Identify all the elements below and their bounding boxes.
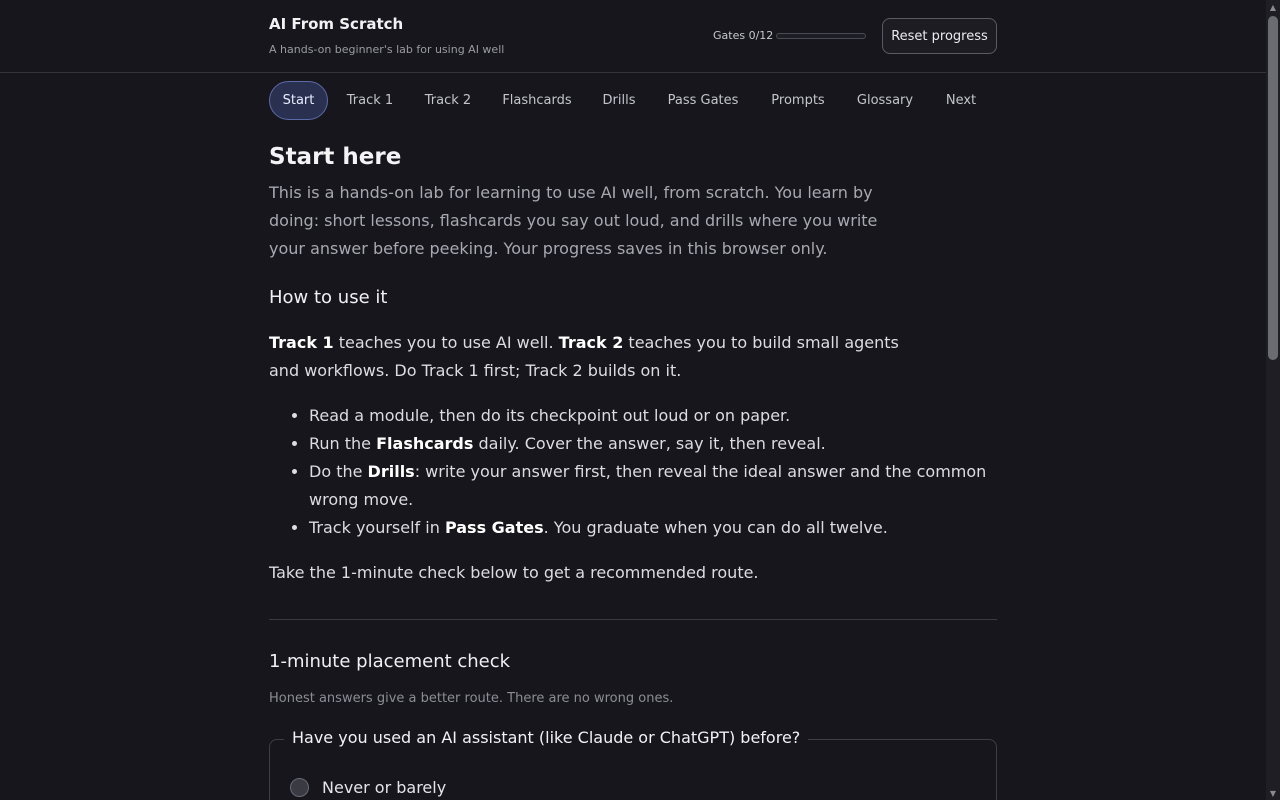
steps-list: Read a module, then do its checkpoint ou… xyxy=(269,402,997,542)
track-2-label: Track 2 xyxy=(558,333,624,352)
tab-pass-gates[interactable]: Pass Gates xyxy=(655,81,751,120)
placement-heading: 1-minute placement check xyxy=(269,651,511,672)
flashcards-emphasis: Flashcards xyxy=(376,434,474,453)
tab-glossary[interactable]: Glossary xyxy=(845,81,925,120)
radio-button[interactable] xyxy=(290,777,309,797)
list-item: Track yourself in Pass Gates. You gradua… xyxy=(309,514,997,542)
option-label: Never or barely xyxy=(322,777,447,797)
step-text: Read a module, then do its checkpoint ou… xyxy=(309,406,791,425)
section-divider xyxy=(269,619,997,620)
howto-heading: How to use it xyxy=(269,287,388,308)
tab-flashcards[interactable]: Flashcards xyxy=(491,81,583,120)
site-header: AI From Scratch A hands-on beginner's la… xyxy=(0,0,1266,73)
step-text: Run the xyxy=(309,434,377,453)
scroll-down-arrow-icon[interactable]: ▼ xyxy=(1266,786,1280,800)
step-text: daily. Cover the answer, say it, then re… xyxy=(473,434,826,453)
tab-drills[interactable]: Drills xyxy=(591,81,647,120)
tab-prompts[interactable]: Prompts xyxy=(759,81,837,120)
tab-track-1[interactable]: Track 1 xyxy=(335,81,405,120)
track-1-label: Track 1 xyxy=(269,333,334,352)
scroll-up-arrow-icon[interactable]: ▲ xyxy=(1266,0,1280,14)
tab-next[interactable]: Next xyxy=(933,81,989,120)
step-text: . You graduate when you can do all twelv… xyxy=(543,518,888,537)
drills-emphasis: Drills xyxy=(367,462,415,481)
gates-counter: Gates 0/12 xyxy=(713,29,774,42)
list-item: Run the Flashcards daily. Cover the answ… xyxy=(309,430,997,458)
scrollbar-thumb[interactable] xyxy=(1268,16,1278,360)
intro-text: This is a hands-on lab for learning to u… xyxy=(269,183,878,258)
pass-gates-emphasis: Pass Gates xyxy=(444,518,544,537)
track-1-text: teaches you to use AI well. xyxy=(333,333,559,352)
cta-text: Take the 1-minute check below to get a r… xyxy=(269,563,759,582)
step-text: Track yourself in xyxy=(309,518,445,537)
site-title[interactable]: AI From Scratch xyxy=(269,15,403,33)
list-item: Do the Drills: write your answer first, … xyxy=(309,458,997,514)
tracks-paragraph: Track 1 teaches you to use AI well. Trac… xyxy=(269,329,909,385)
option-never-or-barely[interactable]: Never or barely xyxy=(290,776,446,798)
page-title: Start here xyxy=(269,144,402,170)
list-item: Read a module, then do its checkpoint ou… xyxy=(309,402,997,430)
placement-subtitle: Honest answers give a better route. Ther… xyxy=(269,691,674,706)
page-scrollbar[interactable]: ▲ ▼ xyxy=(1266,0,1280,800)
tab-start[interactable]: Start xyxy=(269,81,328,120)
step-text: Do the xyxy=(309,462,368,481)
question-legend: Have you used an AI assistant (like Clau… xyxy=(284,728,809,747)
tab-track-2[interactable]: Track 2 xyxy=(413,81,483,120)
gates-progress-bar xyxy=(776,33,866,39)
app-page: AI From Scratch A hands-on beginner's la… xyxy=(0,0,1280,800)
site-subtitle: A hands-on beginner's lab for using AI w… xyxy=(269,43,505,56)
reset-progress-button[interactable]: Reset progress xyxy=(882,18,997,54)
